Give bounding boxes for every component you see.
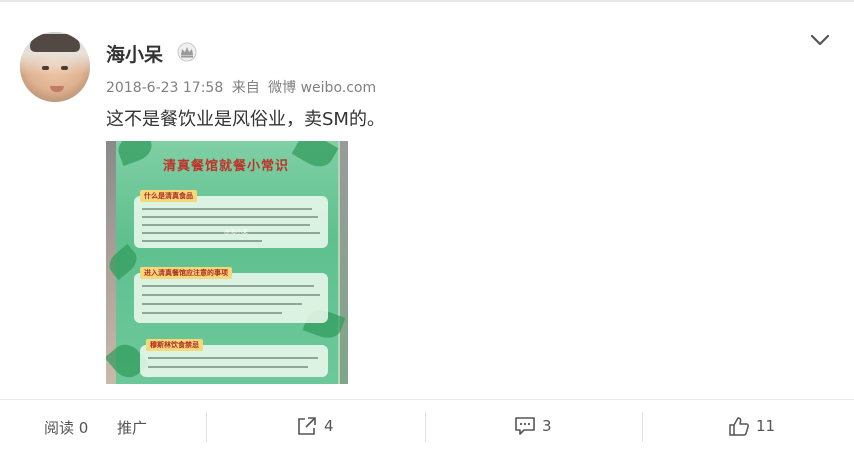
poster-title: 清真餐馆就餐小常识 xyxy=(162,159,289,174)
source-prefix: 来自 xyxy=(231,80,260,96)
share-icon[interactable] xyxy=(296,416,318,436)
post-date[interactable]: 2018-6-23 17:58 xyxy=(106,80,223,96)
poster-text-line xyxy=(148,357,318,359)
poster-panel-3: 穆斯林饮食禁忌 xyxy=(140,339,328,377)
chevron-down-icon[interactable] xyxy=(808,30,832,50)
top-border xyxy=(0,0,854,2)
poster-text-line xyxy=(142,312,282,314)
username[interactable]: 海小呆 xyxy=(106,40,163,67)
poster-text-line xyxy=(142,294,320,296)
footer-separator xyxy=(642,412,643,442)
image-background-right xyxy=(340,141,348,384)
post-text: 这不是餐饮业是风俗业，卖SM的。 xyxy=(106,109,385,130)
footer-separator xyxy=(425,412,426,442)
poster-text-line xyxy=(142,208,312,210)
comment-icon[interactable] xyxy=(514,416,536,436)
poster-heading-1: 什么是清真食品 xyxy=(140,190,197,202)
share-count[interactable]: 4 xyxy=(324,417,334,435)
poster-text-line xyxy=(148,366,308,368)
poster-heading-2: 进入清真餐馆应注意的事项 xyxy=(140,267,232,279)
poster-text-line xyxy=(142,224,310,226)
poster-text-line xyxy=(142,240,262,242)
crown-icon[interactable] xyxy=(176,42,198,62)
poster-heading-3: 穆斯林饮食禁忌 xyxy=(146,339,203,351)
avatar-hair xyxy=(30,34,80,52)
footer-divider xyxy=(0,399,854,400)
poster-panel-1: 什么是清真食品 xyxy=(134,190,328,248)
promote-button[interactable]: 推广 xyxy=(117,417,147,438)
comment-count[interactable]: 3 xyxy=(542,417,552,435)
source-app[interactable]: 微博 weibo.com xyxy=(268,80,376,96)
footer-separator xyxy=(206,412,207,442)
like-count[interactable]: 11 xyxy=(756,417,775,435)
poster-text-line xyxy=(142,285,314,287)
avatar-eye xyxy=(61,66,68,70)
post-meta: 2018-6-23 17:58 来自 微博 weibo.com xyxy=(106,77,380,97)
poster-text-line xyxy=(142,216,318,218)
read-label: 阅读 xyxy=(44,419,75,437)
poster-text-line xyxy=(142,303,302,305)
read-count: 阅读 0 xyxy=(44,417,88,438)
avatar-eye xyxy=(42,66,49,70)
read-number: 0 xyxy=(78,419,89,437)
thumbs-up-icon[interactable] xyxy=(728,416,750,436)
post-image[interactable]: 清真餐馆就餐小常识 什么是清真食品 @海小呆 进入清真餐馆应注意的事项 穆斯林饮… xyxy=(106,141,348,384)
avatar[interactable] xyxy=(20,32,90,102)
image-watermark: @海小呆 xyxy=(224,229,249,236)
poster-panel-2: 进入清真餐馆应注意的事项 xyxy=(134,267,328,323)
